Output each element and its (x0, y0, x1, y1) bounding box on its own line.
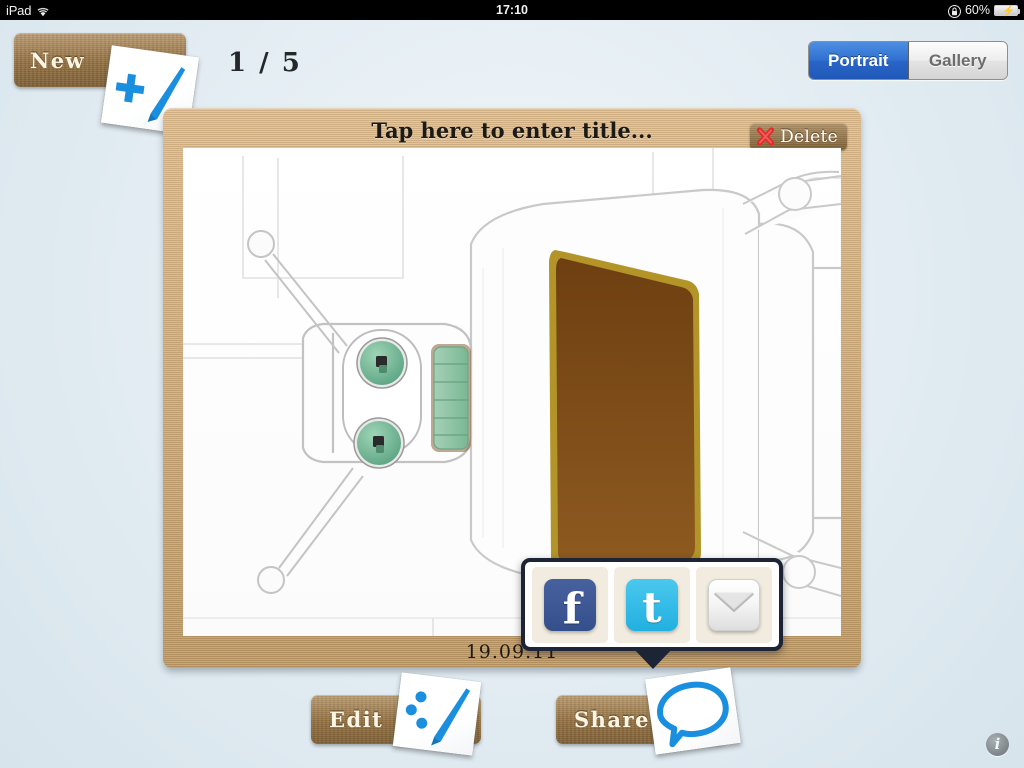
view-mode-segmented-control[interactable]: Portrait Gallery (808, 41, 1008, 80)
delete-button[interactable]: Delete (750, 123, 847, 150)
twitter-icon: t (626, 578, 678, 631)
status-bar-clock: 17:10 (496, 3, 528, 17)
share-button[interactable]: Share (556, 667, 741, 755)
page-counter: 1 / 5 (228, 48, 302, 78)
rotation-lock-icon (947, 4, 962, 18)
bolt-glyph: ⚡ (1002, 5, 1015, 17)
battery-charging-icon: ⚡ (994, 4, 1020, 17)
battery-percent-label: 60% (964, 3, 990, 17)
facebook-icon: f (544, 578, 596, 631)
new-button[interactable]: New (14, 33, 199, 135)
info-glyph: i (994, 735, 1001, 753)
ios-status-bar: iPad 17:10 60% ⚡ (0, 0, 1024, 20)
twitter-t-glyph: t (642, 582, 662, 631)
status-bar-right: 60% ⚡ (947, 3, 1020, 18)
envelope-icon (708, 578, 760, 631)
share-popover[interactable]: f t (521, 558, 783, 651)
edit-button[interactable]: Edit (311, 672, 482, 756)
share-button-label: Share (574, 707, 650, 732)
delete-button-label: Delete (780, 126, 838, 147)
edit-pen-icon[interactable] (392, 672, 482, 756)
info-icon[interactable]: i (986, 733, 1009, 756)
edit-button-label: Edit (329, 707, 384, 732)
facebook-f-glyph: f (562, 584, 582, 631)
new-button-label: New (30, 47, 86, 73)
speech-bubble-icon[interactable] (645, 667, 741, 755)
share-popover-arrow (633, 648, 673, 669)
tab-gallery[interactable]: Gallery (908, 42, 1007, 79)
share-option-facebook[interactable]: f (532, 566, 608, 643)
share-option-twitter[interactable]: t (614, 566, 690, 643)
tab-portrait[interactable]: Portrait (809, 42, 909, 79)
share-option-email[interactable] (696, 566, 772, 643)
red-x-icon (756, 127, 775, 146)
